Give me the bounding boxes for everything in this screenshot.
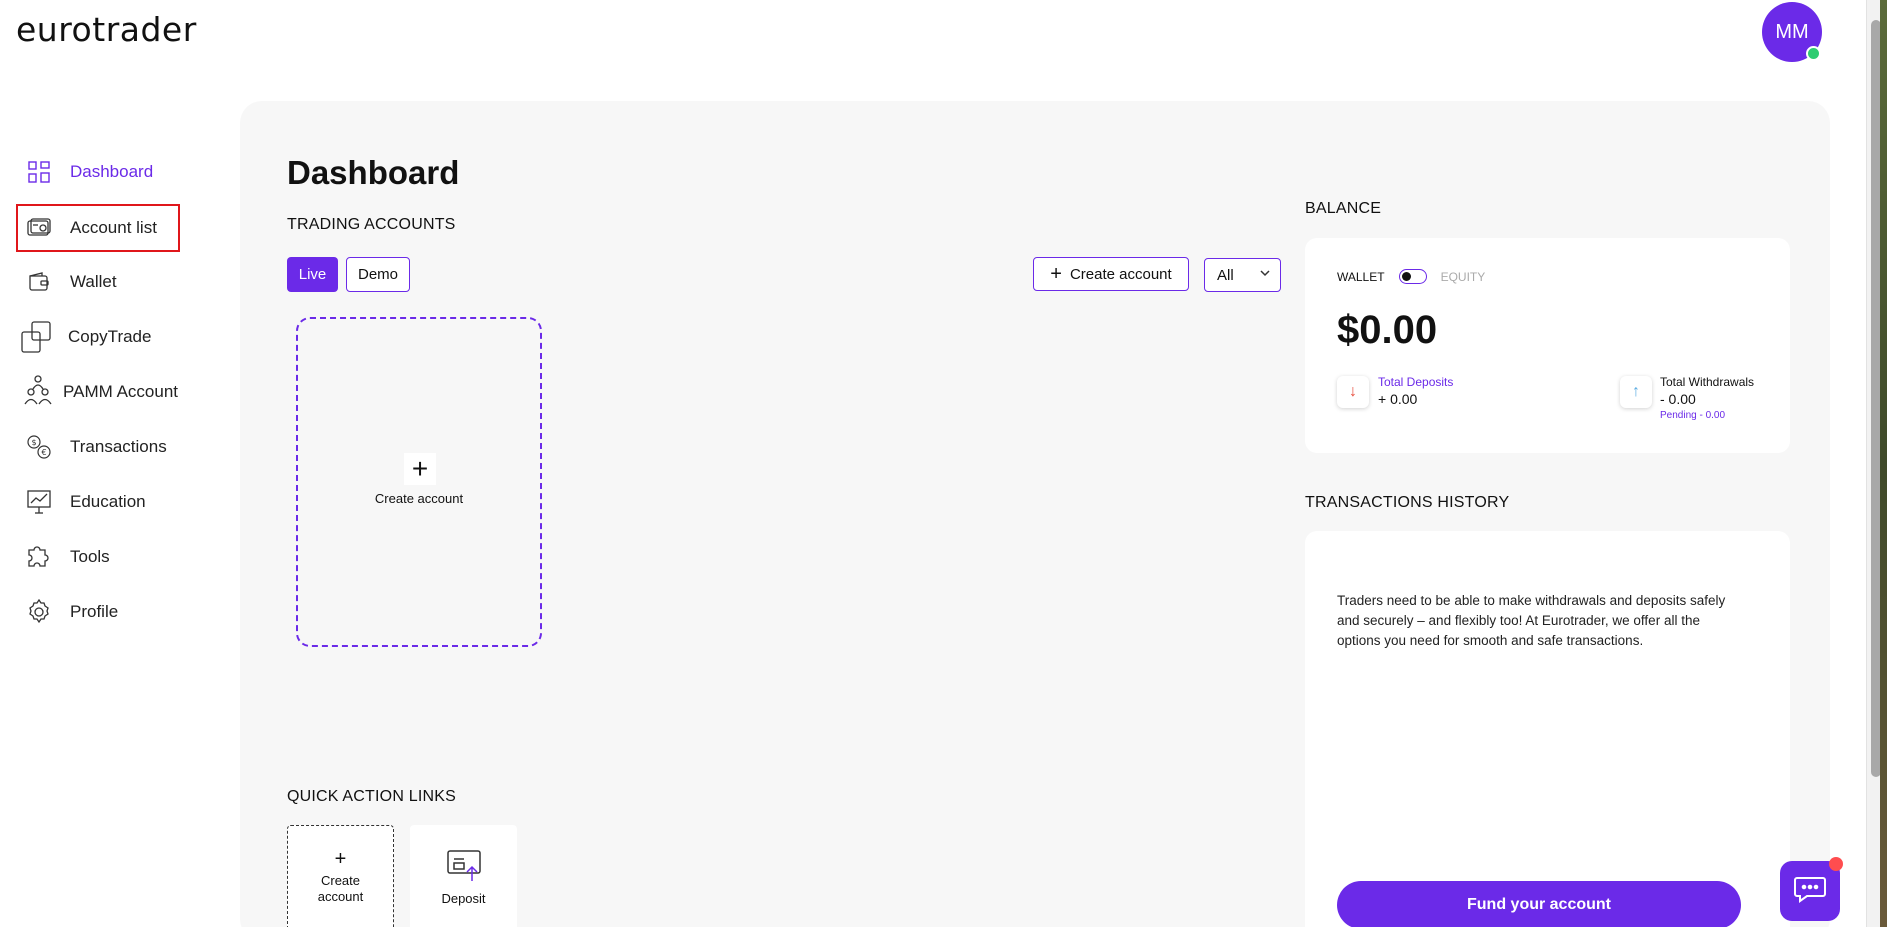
users-icon (22, 375, 53, 409)
sidebar-item-dashboard[interactable]: Dashboard (16, 148, 178, 196)
quick-action-deposit[interactable]: Deposit (410, 825, 517, 927)
plus-icon: + (334, 848, 347, 870)
quick-action-links-heading: QUICK ACTION LINKS (287, 788, 456, 805)
puzzle-icon (22, 540, 56, 574)
sidebar-item-label: PAMM Account (63, 382, 178, 401)
sidebar-item-label: Dashboard (70, 162, 154, 181)
currency-exchange-icon: $ € (22, 430, 56, 464)
sidebar-item-copytrade[interactable]: CopyTrade (16, 313, 178, 361)
svg-text:$: $ (32, 438, 37, 447)
create-account-button-label: Create account (1069, 265, 1172, 283)
chevron-down-icon (1258, 266, 1272, 284)
page-title: Dashboard (287, 154, 460, 191)
gear-icon (22, 595, 56, 629)
balance-amount: $0.00 (1337, 308, 1438, 352)
sidebar-item-wallet[interactable]: Wallet (16, 258, 178, 306)
desktop-edge (1880, 0, 1887, 927)
svg-text:€: € (42, 448, 47, 457)
wallet-label: WALLET (1337, 269, 1385, 284)
total-deposits-value: + 0.00 (1378, 391, 1418, 407)
sidebar-item-profile[interactable]: Profile (16, 588, 178, 636)
wallet-equity-toggle[interactable] (1398, 269, 1427, 284)
sidebar-item-label: Profile (70, 602, 119, 621)
tab-live[interactable]: Live (287, 257, 338, 292)
card-icon (22, 211, 56, 245)
total-withdrawals-label: Total Withdrawals (1660, 375, 1755, 389)
sidebar-item-tools[interactable]: Tools (16, 533, 178, 581)
create-account-card-label: Create account (374, 491, 464, 506)
quick-action-label: Deposit (441, 891, 486, 906)
sidebar-item-label: Tools (70, 547, 110, 566)
transactions-history-card: Traders need to be able to make withdraw… (1305, 531, 1790, 927)
chat-support-button[interactable] (1780, 861, 1840, 921)
sidebar-item-label: Account list (70, 218, 157, 237)
quick-action-label: account (317, 889, 364, 904)
sidebar-item-label: Wallet (70, 272, 117, 291)
copy-icon (20, 320, 54, 354)
sidebar-item-education[interactable]: Education (16, 478, 178, 526)
transactions-description: Traders need to be able to make withdraw… (1337, 593, 1726, 648)
fund-account-button[interactable]: Fund your account (1337, 881, 1741, 927)
transactions-history-heading: TRANSACTIONS HISTORY (1305, 494, 1510, 511)
sidebar-item-pamm-account[interactable]: PAMM Account (16, 368, 178, 416)
wallet-equity-toggle-row: WALLET EQUITY (1337, 269, 1485, 284)
deposit-icon (446, 849, 482, 888)
chat-notification-dot (1829, 857, 1843, 871)
create-account-card[interactable]: + Create account (296, 317, 542, 647)
create-account-button[interactable]: + Create account (1033, 257, 1189, 291)
sidebar-item-label: CopyTrade (68, 327, 152, 346)
total-withdrawals-value: - 0.00 (1660, 391, 1696, 407)
balance-card: WALLET EQUITY $0.00 ↓ Total Deposits + 0… (1305, 238, 1790, 453)
plus-icon: + (1050, 262, 1062, 285)
app-root: eurotrader MM Dashboard Account list Wal… (0, 0, 1887, 927)
pending-withdrawals: Pending - 0.00 (1660, 410, 1726, 421)
sidebar-item-account-list[interactable]: Account list (16, 204, 180, 252)
sidebar-item-label: Education (70, 492, 146, 511)
total-deposits-label: Total Deposits (1378, 375, 1454, 389)
sidebar-item-label: Transactions (70, 437, 167, 456)
chat-bubble-icon (1793, 875, 1827, 908)
plus-icon: + (404, 453, 436, 485)
quick-action-create-account[interactable]: + Create account (287, 825, 394, 927)
account-filter-select[interactable]: All (1204, 258, 1281, 292)
trading-accounts-heading: TRADING ACCOUNTS (287, 216, 456, 233)
tab-demo[interactable]: Demo (346, 257, 410, 292)
grid-icon (22, 155, 56, 189)
equity-label: EQUITY (1440, 269, 1486, 284)
sidebar-item-transactions[interactable]: $ € Transactions (16, 423, 178, 471)
arrow-down-icon: ↓ (1337, 376, 1369, 408)
arrow-up-icon: ↑ (1620, 376, 1652, 408)
account-filter-value: All (1217, 266, 1234, 284)
online-status-dot (1806, 46, 1821, 61)
presentation-icon (22, 485, 56, 519)
logo[interactable]: eurotrader (16, 10, 197, 49)
balance-heading: BALANCE (1305, 200, 1382, 217)
wallet-icon (22, 265, 56, 299)
quick-action-label: Create (320, 873, 361, 888)
